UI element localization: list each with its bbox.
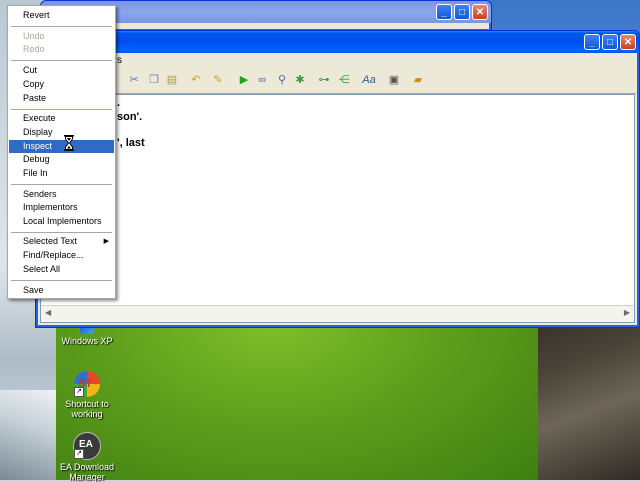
menu-item-revert[interactable]: Revert [9, 9, 114, 22]
submenu-arrow-icon: ▶ [103, 238, 109, 245]
desktop-icon-label: Shortcut to working [65, 399, 109, 419]
undo-icon[interactable]: ↶ [189, 73, 203, 87]
close-button[interactable]: ✕ [472, 4, 488, 20]
menu-fragment[interactable]: s [117, 55, 122, 66]
browser-icon[interactable]: ▣ [387, 73, 401, 87]
code-line: ', last [117, 137, 145, 149]
menu-separator [11, 232, 112, 233]
menu-item-label: Selected Text [23, 236, 77, 246]
context-menu: Revert Undo Redo Cut Copy Paste Execute … [7, 5, 116, 299]
menu-item-undo: Undo [23, 31, 45, 41]
menu-separator [11, 184, 112, 185]
menu-bar: s [39, 53, 636, 69]
menu-item-redo: Redo [23, 44, 45, 54]
wallpaper-hill [56, 322, 538, 480]
scroll-right-icon[interactable]: ▶ [624, 308, 630, 317]
code-line: son'. [117, 111, 143, 123]
desktop-icon-windows-xp[interactable]: Windows XP [52, 326, 122, 346]
st-shortcut-icon: ST ↗ [74, 371, 100, 397]
debug-bug-icon[interactable]: ✱ [293, 73, 307, 87]
desktop-icon-label: Windows XP [61, 336, 113, 346]
menu-item-senders[interactable]: Senders [9, 188, 114, 201]
senders-icon[interactable]: ⊶ [317, 73, 331, 87]
close-button[interactable]: ✕ [620, 34, 636, 50]
menu-item-save[interactable]: Save [9, 284, 114, 297]
maximize-button[interactable]: □ [454, 4, 470, 20]
menu-item-copy[interactable]: Copy [9, 78, 114, 91]
package-icon[interactable]: ▰ [411, 73, 425, 87]
wallpaper-snow [0, 390, 56, 480]
menu-separator [11, 26, 112, 27]
menu-item-display[interactable]: Display [9, 126, 114, 139]
menu-item-debug[interactable]: Debug [9, 153, 114, 166]
copy-icon[interactable]: ❐ [147, 73, 161, 87]
inspect-glasses-icon[interactable]: ∞ [255, 73, 269, 87]
font-icon[interactable]: Aa [362, 73, 376, 87]
menu-item-implementors[interactable]: Implementors [9, 201, 114, 214]
desktop-icon-st-shortcut[interactable]: ST ↗ Shortcut to working [52, 371, 122, 419]
hourglass-cursor-icon [64, 135, 74, 151]
menu-item-execute[interactable]: Execute [9, 112, 114, 125]
code-editor[interactable]: . son'. ', last ◀ ▶ [40, 94, 635, 323]
workspace-titlebar[interactable]: _ □ ✕ [36, 31, 639, 53]
code-line: . [117, 97, 121, 109]
search-icon[interactable]: ⚲ [275, 73, 289, 87]
menu-item-cut[interactable]: Cut [9, 64, 114, 77]
menu-item-local-implementors[interactable]: Local Implementors [9, 215, 114, 228]
paste-icon[interactable]: ▤ [165, 73, 179, 87]
minimize-button[interactable]: _ [584, 34, 600, 50]
maximize-button[interactable]: □ [602, 34, 618, 50]
minimize-button[interactable]: _ [436, 4, 452, 20]
menu-item-select-all[interactable]: Select All [9, 263, 114, 276]
toolbar: ✂ ❐ ▤ ↶ ✎ ▶ ∞ ⚲ ✱ ⊶ ⋲ Aa ▣ ▰ [39, 69, 636, 94]
cut-icon[interactable]: ✂ [127, 73, 141, 87]
menu-item-find-replace[interactable]: Find/Replace... [9, 249, 114, 262]
horizontal-scrollbar[interactable]: ◀ ▶ [41, 305, 634, 322]
desktop-icon-ea-download[interactable]: EA ↗ EA Download Manager [52, 432, 122, 482]
menu-item-paste[interactable]: Paste [9, 92, 114, 105]
desktop-icon-label: EA Download Manager [59, 462, 115, 482]
menu-separator [11, 60, 112, 61]
run-icon[interactable]: ▶ [237, 73, 251, 87]
workspace-window[interactable]: _ □ ✕ s ✂ ❐ ▤ ↶ ✎ ▶ ∞ ⚲ ✱ ⊶ ⋲ Aa ▣ ▰ . s… [35, 30, 640, 328]
shortcut-arrow-icon: ↗ [74, 449, 84, 459]
ea-download-icon: EA ↗ [73, 432, 101, 460]
menu-separator [11, 109, 112, 110]
brush-icon[interactable]: ✎ [211, 73, 225, 87]
menu-item-file-in[interactable]: File In [9, 167, 114, 180]
menu-item-inspect[interactable]: Inspect [9, 140, 114, 153]
menu-item-selected-text[interactable]: Selected Text ▶ [9, 235, 114, 248]
shortcut-arrow-icon: ↗ [74, 387, 84, 397]
menu-separator [11, 280, 112, 281]
implementors-icon[interactable]: ⋲ [337, 73, 351, 87]
scroll-left-icon[interactable]: ◀ [45, 308, 51, 317]
